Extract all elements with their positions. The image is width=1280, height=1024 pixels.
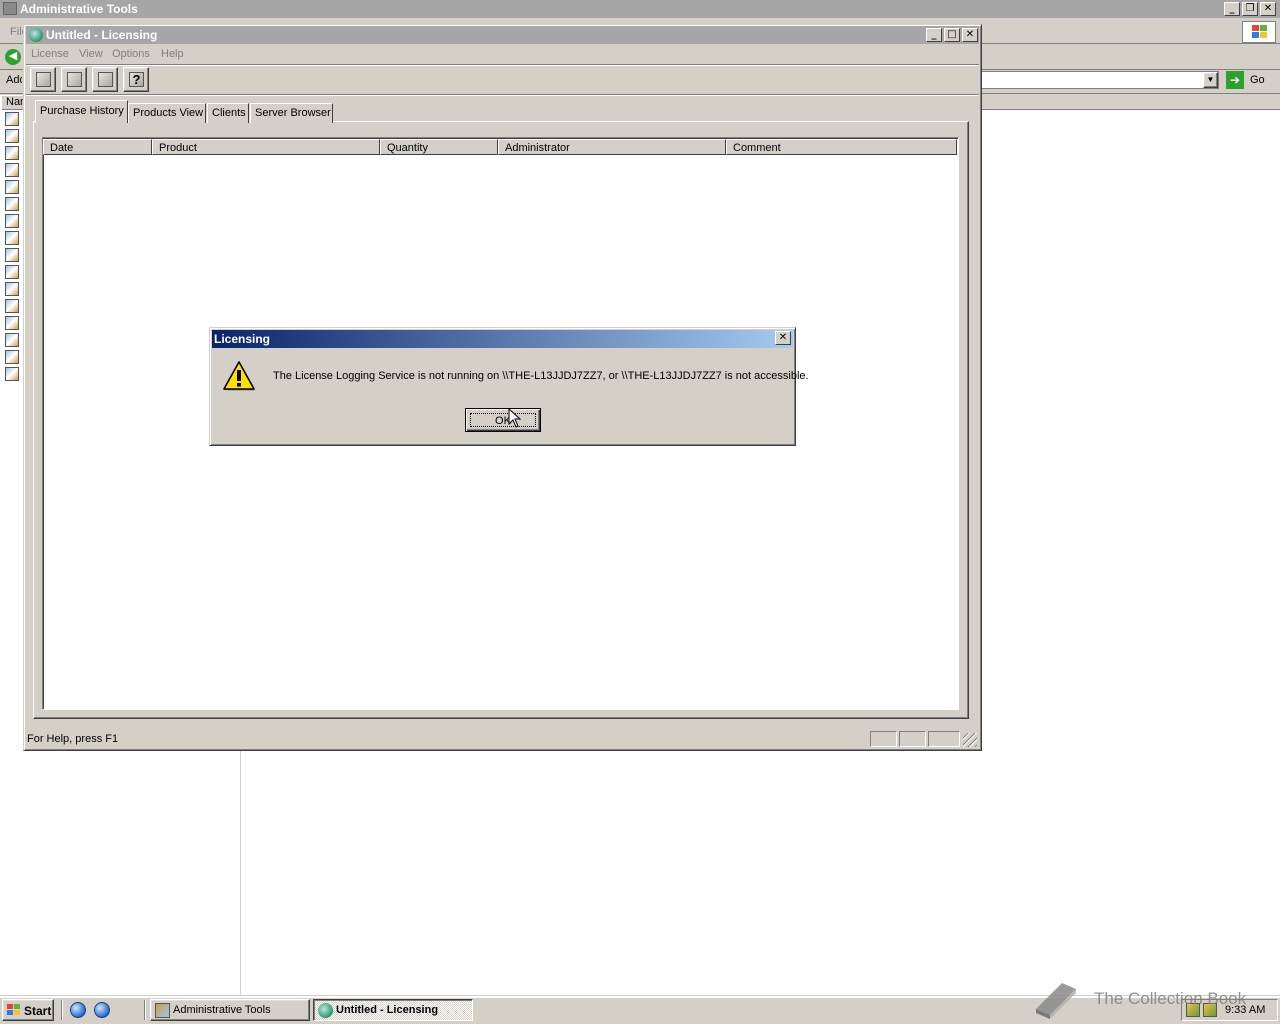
status-cell bbox=[899, 731, 926, 747]
minimize-icon[interactable]: _ bbox=[926, 28, 942, 42]
task-untitled-licensing[interactable]: Untitled - Licensing bbox=[313, 999, 473, 1021]
tool-item-icon[interactable] bbox=[5, 316, 19, 330]
menu-options[interactable]: Options bbox=[112, 48, 150, 60]
mouse-cursor-icon bbox=[508, 408, 522, 428]
status-bar: For Help, press F1 bbox=[26, 730, 979, 748]
licensing-app-icon bbox=[318, 1003, 333, 1018]
tab-products-view[interactable]: Products View bbox=[128, 103, 206, 123]
column-comment[interactable]: Comment bbox=[726, 139, 957, 155]
admin-tools-icon bbox=[155, 1003, 170, 1018]
tool-item-icon[interactable] bbox=[5, 163, 19, 177]
tool-item-icon[interactable] bbox=[5, 112, 19, 126]
tool-item-icon[interactable] bbox=[5, 231, 19, 245]
properties-icon bbox=[98, 72, 113, 87]
bg-window-controls: _ ❐ ✕ bbox=[1222, 2, 1276, 16]
new-license-icon bbox=[67, 72, 82, 87]
name-column-header[interactable]: Name bbox=[2, 96, 24, 110]
address-label: Address bbox=[6, 74, 22, 86]
maximize-icon[interactable]: □ bbox=[944, 28, 960, 42]
quicklaunch-ie-icon[interactable] bbox=[94, 1002, 110, 1018]
tool-item-icon[interactable] bbox=[5, 299, 19, 313]
licensing-window-controls: _ □ ✕ bbox=[924, 28, 978, 42]
dialog-message: The License Logging Service is not runni… bbox=[273, 370, 809, 382]
resize-grip[interactable] bbox=[963, 733, 977, 747]
properties-button[interactable] bbox=[92, 67, 118, 92]
task-administrative-tools[interactable]: Administrative Tools bbox=[150, 999, 310, 1021]
dialog-title: Licensing bbox=[214, 332, 271, 346]
admin-tool-icon-list bbox=[5, 112, 23, 384]
licensing-window-title: Untitled - Licensing bbox=[46, 28, 158, 42]
help-icon: ? bbox=[129, 72, 144, 87]
tool-item-icon[interactable] bbox=[5, 180, 19, 194]
help-button[interactable]: ? bbox=[123, 67, 149, 92]
select-domain-icon bbox=[36, 72, 51, 87]
quicklaunch-separator bbox=[61, 1000, 63, 1020]
bg-right-header bbox=[980, 95, 1280, 110]
toolbar-separator bbox=[26, 64, 979, 66]
warning-icon bbox=[223, 361, 255, 391]
watermark: The Collection Book bbox=[1030, 975, 1280, 1024]
close-icon[interactable]: ✕ bbox=[1260, 2, 1276, 16]
close-icon[interactable]: ✕ bbox=[962, 28, 978, 42]
status-cell bbox=[928, 731, 960, 747]
toolbar-bottom-edge bbox=[26, 94, 979, 96]
column-date[interactable]: Date bbox=[43, 139, 152, 155]
ok-label: OK bbox=[470, 413, 536, 427]
tool-item-icon[interactable] bbox=[5, 248, 19, 262]
start-label: Start bbox=[24, 1004, 52, 1018]
go-button[interactable]: ➔ Go bbox=[1226, 71, 1276, 89]
watermark-text: The Collection Book bbox=[1094, 989, 1247, 1008]
select-domain-button[interactable] bbox=[30, 67, 56, 92]
tool-item-icon[interactable] bbox=[5, 265, 19, 279]
bg-window-title: Administrative Tools bbox=[20, 2, 138, 16]
start-button[interactable]: Start bbox=[2, 999, 54, 1021]
restore-icon[interactable]: ❐ bbox=[1242, 2, 1258, 16]
tool-item-icon[interactable] bbox=[5, 214, 19, 228]
column-administrator[interactable]: Administrator bbox=[498, 139, 726, 155]
back-arrow-icon[interactable]: ◀ bbox=[5, 49, 21, 65]
bg-window-titlebar[interactable]: Administrative Tools bbox=[0, 0, 1280, 18]
windows-logo-icon bbox=[1242, 21, 1276, 43]
tool-item-icon[interactable] bbox=[5, 146, 19, 160]
tool-item-icon[interactable] bbox=[5, 282, 19, 296]
chevron-down-icon[interactable]: ▼ bbox=[1203, 72, 1218, 88]
licensing-titlebar[interactable]: Untitled - Licensing bbox=[26, 26, 979, 44]
address-input[interactable] bbox=[980, 71, 1219, 89]
minimize-icon[interactable]: _ bbox=[1224, 2, 1240, 16]
licensing-app-icon bbox=[29, 28, 43, 42]
dialog-titlebar[interactable]: Licensing bbox=[212, 330, 793, 348]
windows-flag-icon bbox=[7, 1004, 20, 1015]
status-cell bbox=[870, 731, 897, 747]
menu-help[interactable]: Help bbox=[161, 48, 184, 60]
tool-item-icon[interactable] bbox=[5, 367, 19, 381]
status-text: For Help, press F1 bbox=[27, 733, 119, 745]
tab-clients[interactable]: Clients bbox=[207, 103, 249, 123]
go-label: Go bbox=[1250, 74, 1265, 86]
dialog-close-icon[interactable]: ✕ bbox=[775, 331, 791, 345]
column-quantity[interactable]: Quantity bbox=[380, 139, 498, 155]
tool-item-icon[interactable] bbox=[5, 350, 19, 364]
task-label: Untitled - Licensing bbox=[336, 1004, 439, 1016]
tool-item-icon[interactable] bbox=[5, 197, 19, 211]
tool-item-icon[interactable] bbox=[5, 333, 19, 347]
menu-view[interactable]: View bbox=[79, 48, 103, 60]
column-product[interactable]: Product bbox=[152, 139, 380, 155]
tab-purchase-history[interactable]: Purchase History bbox=[35, 100, 128, 123]
tool-item-icon[interactable] bbox=[5, 129, 19, 143]
new-license-button[interactable] bbox=[61, 67, 87, 92]
admin-tools-icon bbox=[3, 2, 17, 15]
tab-server-browser[interactable]: Server Browser bbox=[250, 103, 333, 123]
menu-license[interactable]: License bbox=[31, 48, 69, 60]
ok-button[interactable]: OK bbox=[465, 408, 541, 432]
quicklaunch-separator bbox=[144, 1000, 146, 1020]
go-arrow-icon: ➔ bbox=[1226, 71, 1244, 89]
task-label: Administrative Tools bbox=[173, 1004, 271, 1016]
internet-explorer-icon[interactable] bbox=[70, 1002, 86, 1018]
book-icon bbox=[1036, 983, 1076, 1019]
